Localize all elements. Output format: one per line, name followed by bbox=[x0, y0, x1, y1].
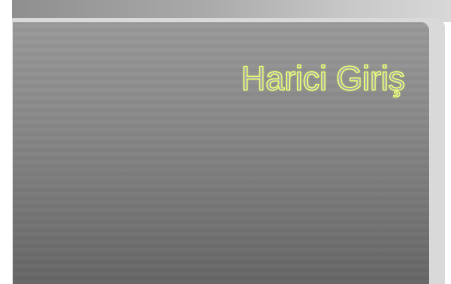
left-margin bbox=[0, 0, 12, 284]
screen: Harici Giriş bbox=[0, 0, 451, 284]
page-title: Harici Giriş bbox=[241, 60, 406, 98]
content-panel: Harici Giriş bbox=[13, 22, 429, 284]
